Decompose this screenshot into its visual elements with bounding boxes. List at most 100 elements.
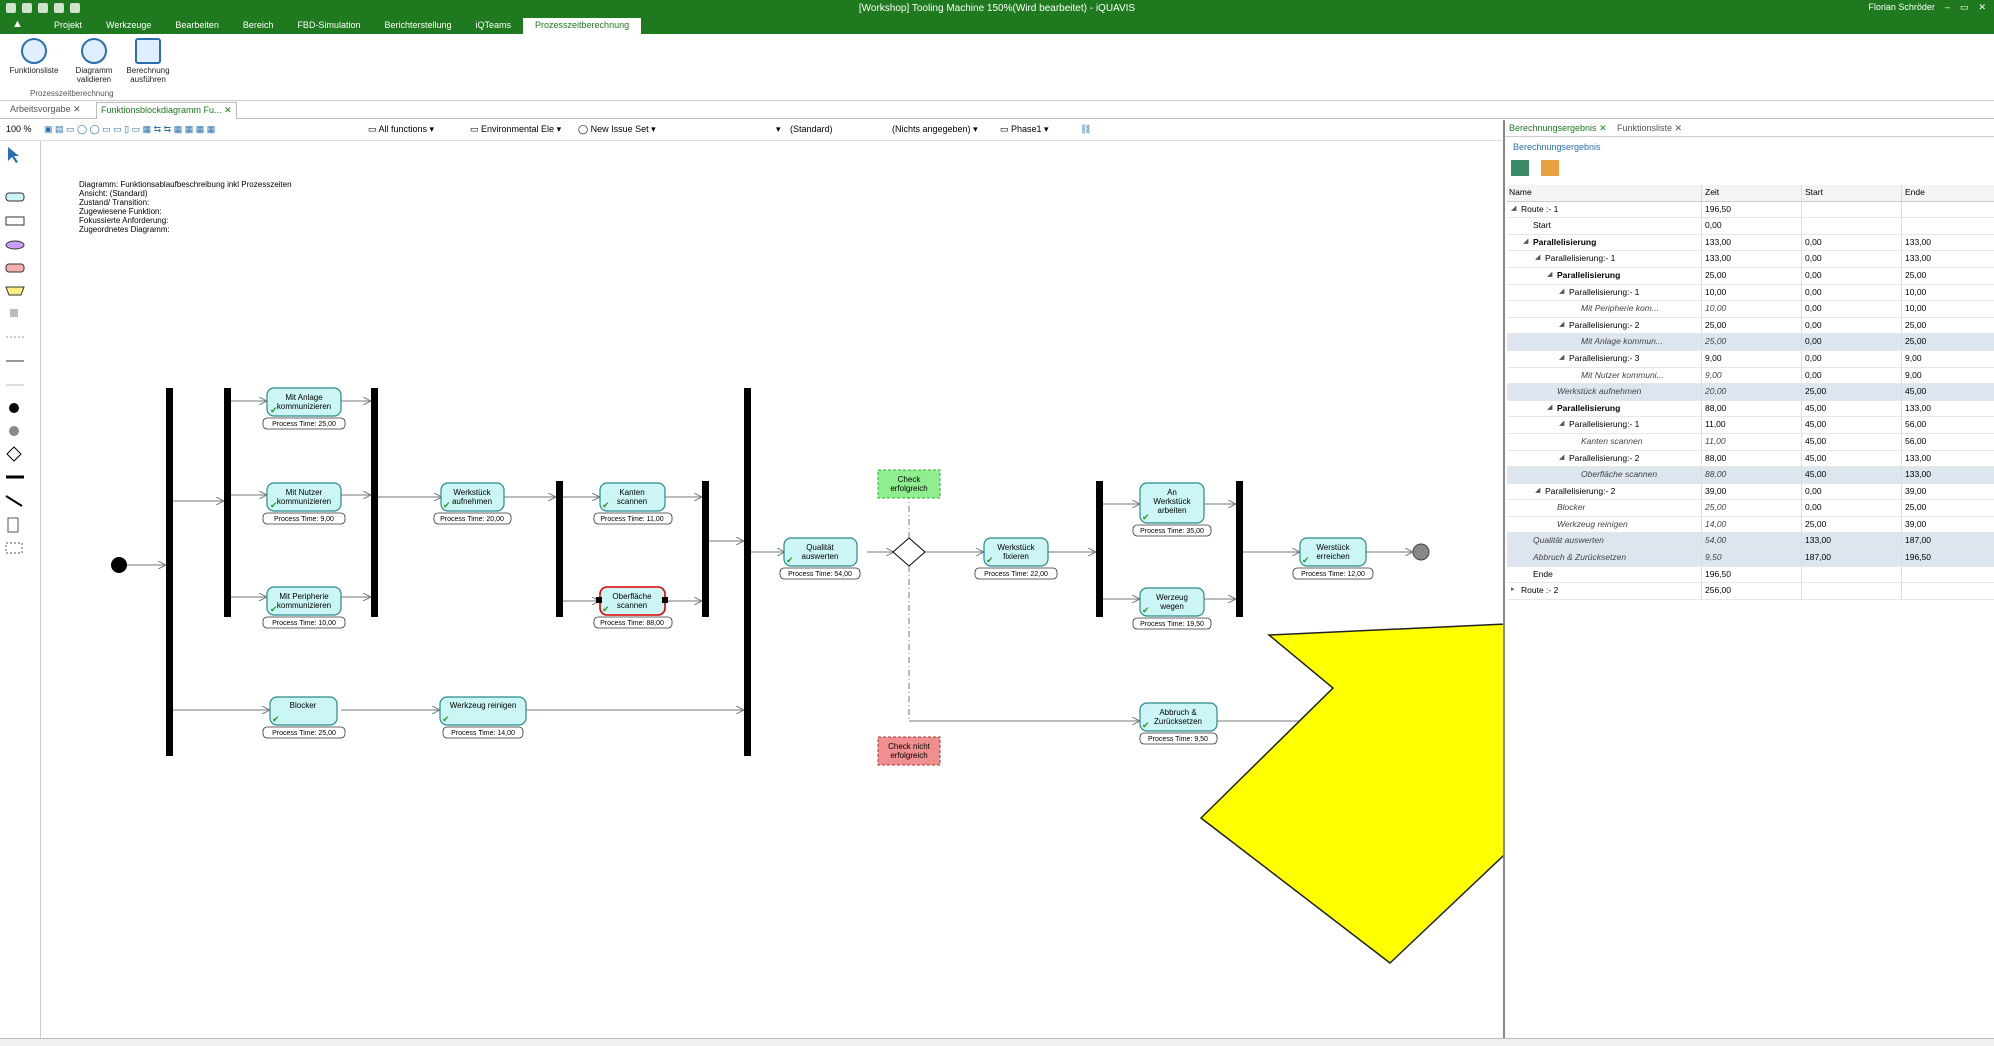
table-row[interactable]: ◢ Parallelisierung:- 3 9,00 0,00 9,00 — [1507, 350, 1994, 368]
gantt-icon[interactable] — [1511, 160, 1529, 176]
table-row[interactable]: Kanten scannen 11,00 45,00 56,00 — [1507, 433, 1994, 451]
diagram-svg: Mit Anlage kommunizieren Process Time: 2… — [111, 387, 1503, 964]
table-row[interactable]: Start 0,00 — [1507, 218, 1994, 235]
menu-fbd-simulation[interactable]: FBD-Simulation — [285, 18, 372, 34]
logo-icon[interactable]: ▲ — [0, 18, 42, 34]
toolbar-icons[interactable]: ▣ ▤ ▭ ◯ ◯ ▭ ▭ ▯ ▭ ▦ ⇆ ⇆ ▦ ▦ ▦ ▦ — [44, 124, 215, 135]
expand-toggle-icon[interactable]: ◢ — [1523, 237, 1528, 245]
menu-werkzeuge[interactable]: Werkzeuge — [94, 18, 163, 34]
decision-node[interactable] — [892, 537, 926, 567]
table-row[interactable]: ◢ Parallelisierung:- 1 10,00 0,00 10,00 — [1507, 284, 1994, 302]
table-row[interactable]: Mit Nutzer kommuni... 9,00 0,00 9,00 — [1507, 367, 1994, 385]
funktionsliste-button[interactable]: Funktionsliste — [6, 38, 62, 75]
column-header[interactable]: Zeit — [1705, 187, 1719, 197]
column-header[interactable]: Name — [1509, 187, 1532, 197]
maximize-icon[interactable]: ▭ — [1960, 2, 1969, 13]
table-row[interactable]: ◢ Parallelisierung 25,00 0,00 25,00 — [1507, 267, 1994, 285]
table-row[interactable]: Mit Peripherie kom... 10,00 0,00 10,00 — [1507, 301, 1994, 318]
table-row[interactable]: Blocker 25,00 0,00 25,00 — [1507, 500, 1994, 517]
sync-bar[interactable] — [166, 388, 173, 756]
process-time: Process Time: 88,00 — [600, 620, 664, 627]
table-row[interactable]: ◢ Route :- 1 196,50 — [1507, 201, 1994, 219]
expand-toggle-icon[interactable]: ▸ — [1511, 585, 1515, 593]
expand-toggle-icon[interactable]: ◢ — [1535, 253, 1540, 261]
diagram-canvas[interactable]: Diagramm: Funktionsablaufbeschreibung in… — [41, 141, 1503, 1037]
expand-toggle-icon[interactable]: ◢ — [1559, 287, 1564, 295]
diagramm-validieren-button[interactable]: Diagramm validieren — [66, 38, 122, 84]
table-row[interactable]: ◢ Parallelisierung:- 1 11,00 45,00 56,00 — [1507, 417, 1994, 434]
table-row[interactable]: ◢ Parallelisierung 88,00 45,00 133,00 — [1507, 400, 1994, 418]
table-row[interactable]: Qualität auswerten 54,00 133,00 187,00 — [1507, 533, 1994, 551]
expand-toggle-icon[interactable]: ◢ — [1559, 453, 1564, 461]
dropdown-icon[interactable]: ▾ — [776, 124, 781, 135]
check-label: erfolgreich — [890, 751, 927, 760]
expand-toggle-icon[interactable]: ◢ — [1535, 486, 1540, 494]
standard-select[interactable]: (Standard) — [790, 124, 833, 134]
expand-toggle-icon[interactable]: ◢ — [1547, 403, 1552, 411]
process-time: Process Time: 10,00 — [272, 620, 336, 627]
sync-bar[interactable] — [702, 481, 709, 617]
column-header[interactable]: Start — [1805, 187, 1823, 197]
link-icon[interactable]: ⛓ — [1080, 124, 1091, 135]
sync-bar[interactable] — [1236, 481, 1243, 617]
row-ende: 187,00 — [1905, 535, 1931, 546]
row-zeit: 54,00 — [1705, 535, 1727, 546]
table-row[interactable]: Ende 196,50 — [1507, 566, 1994, 584]
nicht-select[interactable]: (Nichts angegeben) ▾ — [892, 124, 978, 135]
env-select[interactable]: ▭ Environmental Ele ▾ — [470, 124, 561, 135]
expand-toggle-icon[interactable]: ◢ — [1511, 204, 1516, 212]
expand-toggle-icon[interactable]: ◢ — [1559, 353, 1564, 361]
table-row[interactable]: ▸ Route :- 2 256,00 — [1507, 583, 1994, 600]
sync-bar[interactable] — [1096, 481, 1103, 617]
end-node[interactable] — [1412, 543, 1430, 561]
sync-bar[interactable] — [556, 481, 563, 617]
sync-bar[interactable] — [744, 388, 751, 756]
table-row[interactable]: ◢ Parallelisierung:- 2 25,00 0,00 25,00 — [1507, 317, 1994, 335]
functions-select[interactable]: ▭ All functions ▾ — [368, 124, 434, 135]
start-node[interactable] — [111, 557, 127, 573]
table-row[interactable]: ◢ Parallelisierung:- 1 133,00 0,00 133,00 — [1507, 251, 1994, 268]
menu-bearbeiten[interactable]: Bearbeiten — [163, 18, 231, 34]
table-row[interactable]: ◢ Parallelisierung:- 2 39,00 0,00 39,00 — [1507, 483, 1994, 501]
tab-arbeitsvorgabe[interactable]: Arbeitsvorgabe ✕ — [6, 104, 85, 115]
table-row[interactable]: Mit Anlage kommun... 25,00 0,00 25,00 — [1507, 334, 1994, 351]
row-zeit: 133,00 — [1705, 236, 1731, 247]
sync-bar[interactable] — [224, 388, 231, 617]
table-row[interactable]: ◢ Parallelisierung 133,00 0,00 133,00 — [1507, 234, 1994, 252]
table-row[interactable]: Werkstück aufnehmen 20,00 25,00 45,00 — [1507, 384, 1994, 401]
table-row[interactable]: Abbruch & Zurücksetzen 9,50 187,00 196,50 — [1507, 550, 1994, 567]
menu-projekt[interactable]: Projekt — [42, 18, 94, 34]
expand-toggle-icon[interactable]: ◢ — [1559, 320, 1564, 328]
tab-funktionsliste[interactable]: Funktionsliste ✕ — [1617, 123, 1682, 134]
tab-funktionsblockdiagramm[interactable]: Funktionsblockdiagramm Fu... ✕ — [96, 102, 237, 119]
menu-prozesszeitberechnung[interactable]: Prozesszeitberechnung — [523, 18, 642, 34]
table-row[interactable]: Oberfläche scannen 88,00 45,00 133,00 — [1507, 467, 1994, 484]
close-icon[interactable]: ✕ — [1978, 2, 1986, 13]
minimize-icon[interactable]: – — [1945, 2, 1950, 13]
column-header[interactable]: Ende — [1905, 187, 1925, 197]
issue-select[interactable]: ◯ New Issue Set ▾ — [578, 124, 656, 135]
node-label: Mit Nutzer — [286, 488, 323, 497]
chart-icon[interactable] — [1541, 160, 1560, 176]
zoom-select[interactable]: 100 % — [6, 124, 32, 134]
sync-bar[interactable] — [371, 388, 378, 617]
berechnung-ausfuehren-button[interactable]: Berechnung ausführen — [120, 38, 176, 84]
palette-icons[interactable] — [0, 141, 40, 561]
phase-select[interactable]: ▭ Phase1 ▾ — [1000, 124, 1049, 135]
expand-toggle-icon[interactable]: ◢ — [1559, 419, 1564, 427]
issue-label: New Issue Set — [590, 124, 649, 134]
expand-toggle-icon[interactable]: ◢ — [1547, 270, 1552, 278]
user-name[interactable]: Florian Schröder — [1868, 2, 1935, 13]
check-icon: ✔ — [1302, 556, 1310, 566]
row-zeit: 11,00 — [1705, 435, 1726, 446]
menu-iqteams[interactable]: iQTeams — [464, 18, 524, 34]
table-row[interactable]: Werkzeug reinigen 14,00 25,00 39,00 — [1507, 516, 1994, 534]
check-icon: ✔ — [602, 501, 610, 511]
tab-berechnungsergebnis[interactable]: Berechnungsergebnis ✕ — [1509, 123, 1607, 134]
row-ende: 133,00 — [1905, 253, 1931, 264]
menu-berichterstellung[interactable]: Berichterstellung — [372, 18, 463, 34]
row-start: 0,00 — [1805, 269, 1822, 280]
menu-bereich[interactable]: Bereich — [231, 18, 286, 34]
row-name: Qualität auswerten — [1533, 535, 1604, 546]
table-row[interactable]: ◢ Parallelisierung:- 2 88,00 45,00 133,00 — [1507, 450, 1994, 468]
